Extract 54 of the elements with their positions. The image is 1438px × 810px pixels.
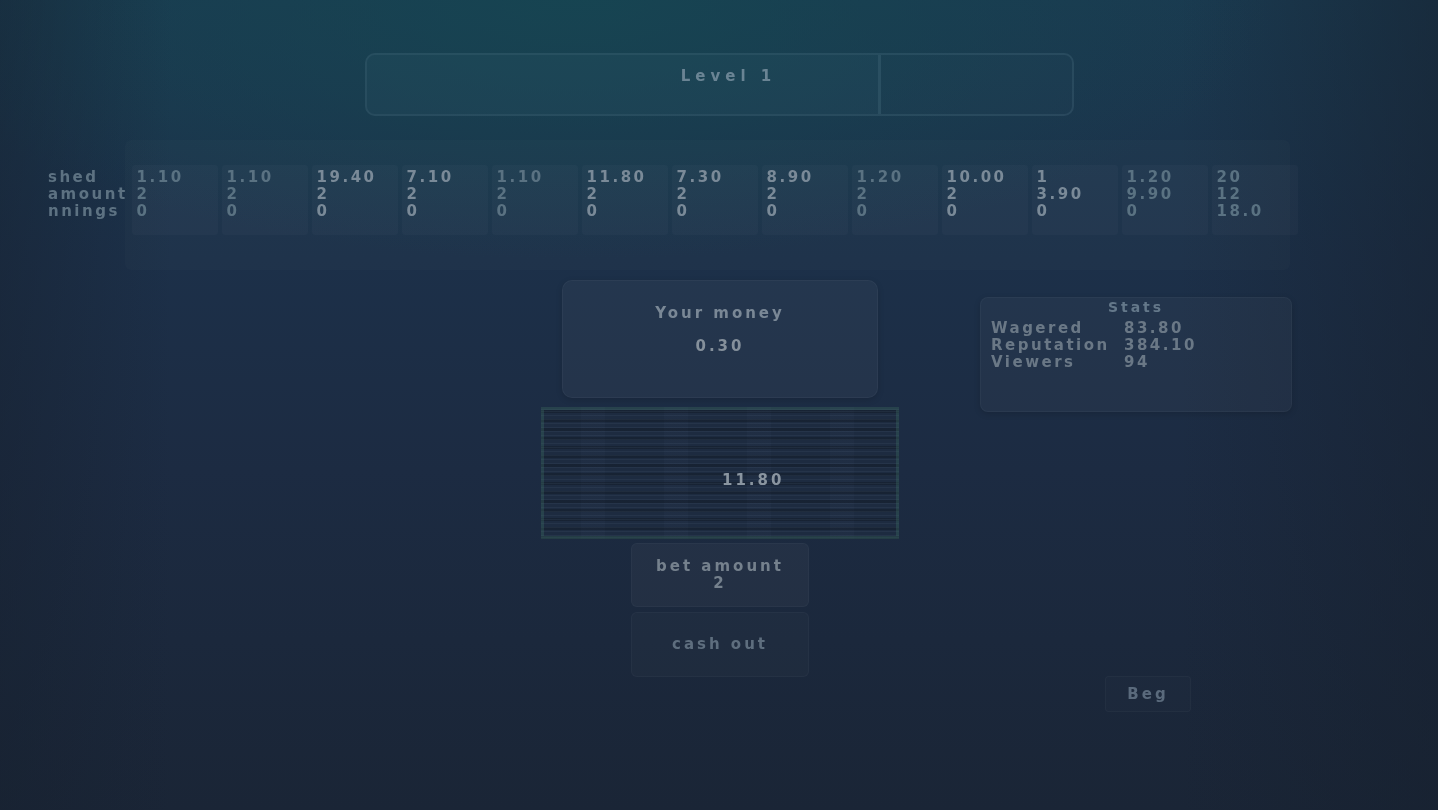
history-cell: 0 [946,203,960,220]
stats-label: Viewers [991,354,1077,371]
history-cell: 1.10 [496,169,544,186]
history-cell: 2 [406,186,420,203]
history-cell: 0 [766,203,780,220]
history-cell: 0 [226,203,240,220]
history-cell: 1 [1036,169,1050,186]
stats-value: 94 [1124,354,1150,371]
history-cell: 2 [496,186,510,203]
history-cell: 7.30 [676,169,724,186]
stats-title: Stats [1107,299,1165,316]
history-cell: 0 [676,203,690,220]
history-cell: 1.20 [1126,169,1174,186]
history-cell: 1.20 [856,169,904,186]
stats-value: 384.10 [1124,337,1197,354]
history-cell: 0 [856,203,870,220]
multiplier-value: 11.80 [722,471,785,489]
history-cell: 0 [316,203,330,220]
stats-label: Reputation [991,337,1111,354]
history-cell: 1.10 [136,169,184,186]
history-cell: 0 [1036,203,1050,220]
history-cell: 19.40 [316,169,377,186]
history-cell: 3.90 [1036,186,1084,203]
history-cell: 0 [1126,203,1140,220]
history-cell: 7.10 [406,169,454,186]
stats-label: Wagered [991,320,1085,337]
history-cell: 2 [316,186,330,203]
history-cell: 11.80 [586,169,647,186]
row-label: amount [48,186,128,203]
history-cell: 2 [136,186,150,203]
history-cell: 2 [946,186,960,203]
level-label: Level 1 [680,67,777,85]
history-cell: 20 [1216,169,1243,186]
history-cell: 0 [406,203,420,220]
history-cell: 2 [856,186,870,203]
history-cell: 2 [676,186,690,203]
history-cell: 18.0 [1216,203,1264,220]
row-label: nnings [48,203,120,220]
history-cell: 8.90 [766,169,814,186]
history-cell: 12 [1216,186,1243,203]
stats-value: 83.80 [1124,320,1184,337]
history-cell: 1.10 [226,169,274,186]
bet-amount-button[interactable]: bet amount 2 [631,543,809,607]
history-cell: 2 [226,186,240,203]
money-value: 0.30 [695,337,745,355]
history-cell: 0 [586,203,600,220]
history-cell: 0 [136,203,150,220]
history-cell: 2 [586,186,600,203]
money-title: Your money [655,304,785,322]
history-cell: 9.90 [1126,186,1174,203]
row-label: shed [48,169,99,186]
history-cell: 10.00 [946,169,1007,186]
history-cell: 2 [766,186,780,203]
history-cell: 0 [496,203,510,220]
